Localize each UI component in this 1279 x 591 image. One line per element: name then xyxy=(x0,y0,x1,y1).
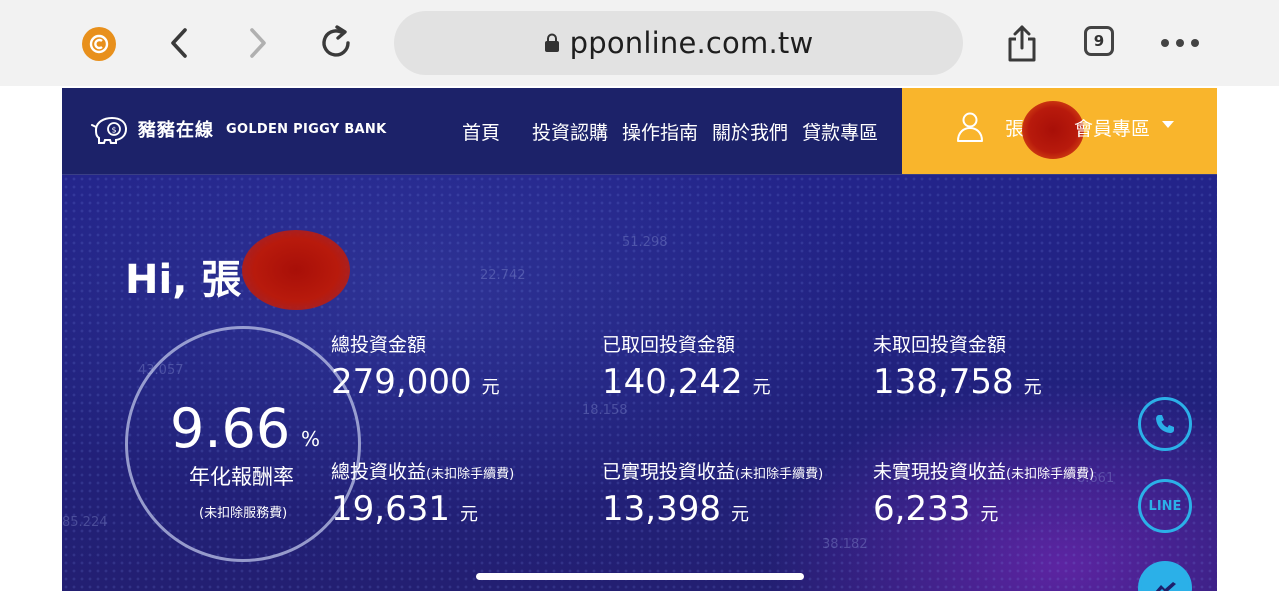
annual-return-note: (未扣除服務費) xyxy=(199,506,288,521)
circle-c-icon xyxy=(89,34,109,54)
stat-unrealized-income-label: 未實現投資收益(未扣除手續費) xyxy=(873,457,1094,484)
stat-value-number: 279,000 xyxy=(331,362,472,402)
menu-item-home[interactable]: 首頁 xyxy=(462,118,500,145)
annual-return-label: 年化報酬率 xyxy=(189,465,294,489)
background-figure: 18.158 xyxy=(582,403,628,418)
stat-value-number: 19,631 xyxy=(331,489,450,529)
url-text: pponline.com.tw xyxy=(569,26,814,60)
annual-return-unit: % xyxy=(301,427,321,451)
site-logo[interactable]: $ 豬豬在線 GOLDEN PIGGY BANK xyxy=(90,112,386,146)
menu-item-guide[interactable]: 操作指南 xyxy=(622,118,698,145)
background-figure: 85.224 xyxy=(62,515,108,530)
member-area-button[interactable]: 張 會員專區 xyxy=(902,88,1217,174)
home-indicator xyxy=(476,573,804,580)
main-menu: 首頁 投資認購 操作指南 關於我們 貸款專區 xyxy=(462,118,878,145)
stat-label-note: (未扣除手續費) xyxy=(426,467,515,482)
messenger-icon xyxy=(1155,582,1176,591)
more-dots-icon[interactable] xyxy=(1160,33,1200,53)
logo-chinese: 豬豬在線 xyxy=(138,120,214,141)
stat-label-text: 總投資收益 xyxy=(331,461,427,483)
stat-total-income-label: 總投資收益(未扣除手續費) xyxy=(331,457,514,484)
reload-icon[interactable] xyxy=(317,24,355,62)
stat-realized-income-label: 已實現投資收益(未扣除手續費) xyxy=(602,457,823,484)
stat-value-unit: 元 xyxy=(481,377,500,398)
greeting-title: Hi, 張 xyxy=(125,257,242,303)
tabs-button[interactable]: 9 xyxy=(1084,26,1114,56)
stat-label-text: 已實現投資收益 xyxy=(602,461,736,483)
stat-value-number: 140,242 xyxy=(602,362,743,402)
caret-down-icon xyxy=(1162,121,1174,128)
webpage: $ 豬豬在線 GOLDEN PIGGY BANK 首頁 投資認購 操作指南 關於… xyxy=(62,88,1217,591)
address-bar[interactable]: pponline.com.tw xyxy=(394,11,963,75)
stat-label-text: 未實現投資收益 xyxy=(873,461,1007,483)
forward-icon[interactable] xyxy=(242,26,272,60)
stat-value-unit: 元 xyxy=(752,377,771,398)
browser-toolbar: pponline.com.tw 9 xyxy=(0,0,1279,86)
redaction-mark xyxy=(242,230,350,310)
menu-item-invest[interactable]: 投資認購 xyxy=(532,118,608,145)
stat-label-text: 已取回投資金額 xyxy=(602,334,736,356)
stat-value-number: 138,758 xyxy=(873,362,1014,402)
user-icon xyxy=(957,112,983,142)
member-area-label: 會員專區 xyxy=(1074,118,1151,140)
stat-value-unit: 元 xyxy=(459,504,478,525)
logo-english: GOLDEN PIGGY BANK xyxy=(226,121,387,137)
line-label: LINE xyxy=(1148,498,1182,514)
stat-returned-label: 已取回投資金額 xyxy=(602,330,735,357)
back-icon[interactable] xyxy=(165,26,195,60)
line-button[interactable]: LINE xyxy=(1138,479,1192,533)
phone-icon xyxy=(1156,415,1174,433)
stat-value-unit: 元 xyxy=(1023,377,1042,398)
piggy-bank-icon: $ xyxy=(91,116,128,144)
stat-total-invest-value: 279,000 元 xyxy=(331,362,500,402)
background-figure: 51.298 xyxy=(622,235,668,250)
annual-return-value: 9.66 xyxy=(170,397,291,460)
background-figure: 38.182 xyxy=(822,537,868,552)
stat-value-unit: 元 xyxy=(730,504,749,525)
site-header: $ 豬豬在線 GOLDEN PIGGY BANK 首頁 投資認購 操作指南 關於… xyxy=(62,88,1217,175)
background-figure: 22.742 xyxy=(480,268,526,283)
dashboard-panel: 51.298 22.742 43.057 18.158 85.224 38.18… xyxy=(62,175,1217,591)
stat-label-note: (未扣除手續費) xyxy=(1006,467,1095,482)
stat-value-number: 13,398 xyxy=(602,489,721,529)
tab-count-label: 9 xyxy=(1093,32,1105,50)
lock-icon xyxy=(544,33,559,52)
stat-returned-value: 140,242 元 xyxy=(602,362,771,402)
share-icon[interactable] xyxy=(1005,24,1039,64)
menu-item-about[interactable]: 關於我們 xyxy=(712,118,788,145)
stat-label-text: 總投資金額 xyxy=(331,334,427,356)
stat-value-number: 6,233 xyxy=(873,489,971,529)
stat-unrealized-income-value: 6,233 元 xyxy=(873,489,998,529)
svg-text:$: $ xyxy=(112,126,117,135)
stat-label-note: (未扣除手續費) xyxy=(735,467,824,482)
stat-total-invest-label: 總投資金額 xyxy=(331,330,426,357)
phone-button[interactable] xyxy=(1138,397,1192,451)
stat-outstanding-label: 未取回投資金額 xyxy=(873,330,1006,357)
stat-realized-income-value: 13,398 元 xyxy=(602,489,749,529)
menu-item-loan[interactable]: 貸款專區 xyxy=(802,118,878,145)
stat-total-income-value: 19,631 元 xyxy=(331,489,478,529)
brand-icon[interactable] xyxy=(82,27,116,61)
stat-label-text: 未取回投資金額 xyxy=(873,334,1007,356)
stat-outstanding-value: 138,758 元 xyxy=(873,362,1042,402)
stat-value-unit: 元 xyxy=(980,504,999,525)
